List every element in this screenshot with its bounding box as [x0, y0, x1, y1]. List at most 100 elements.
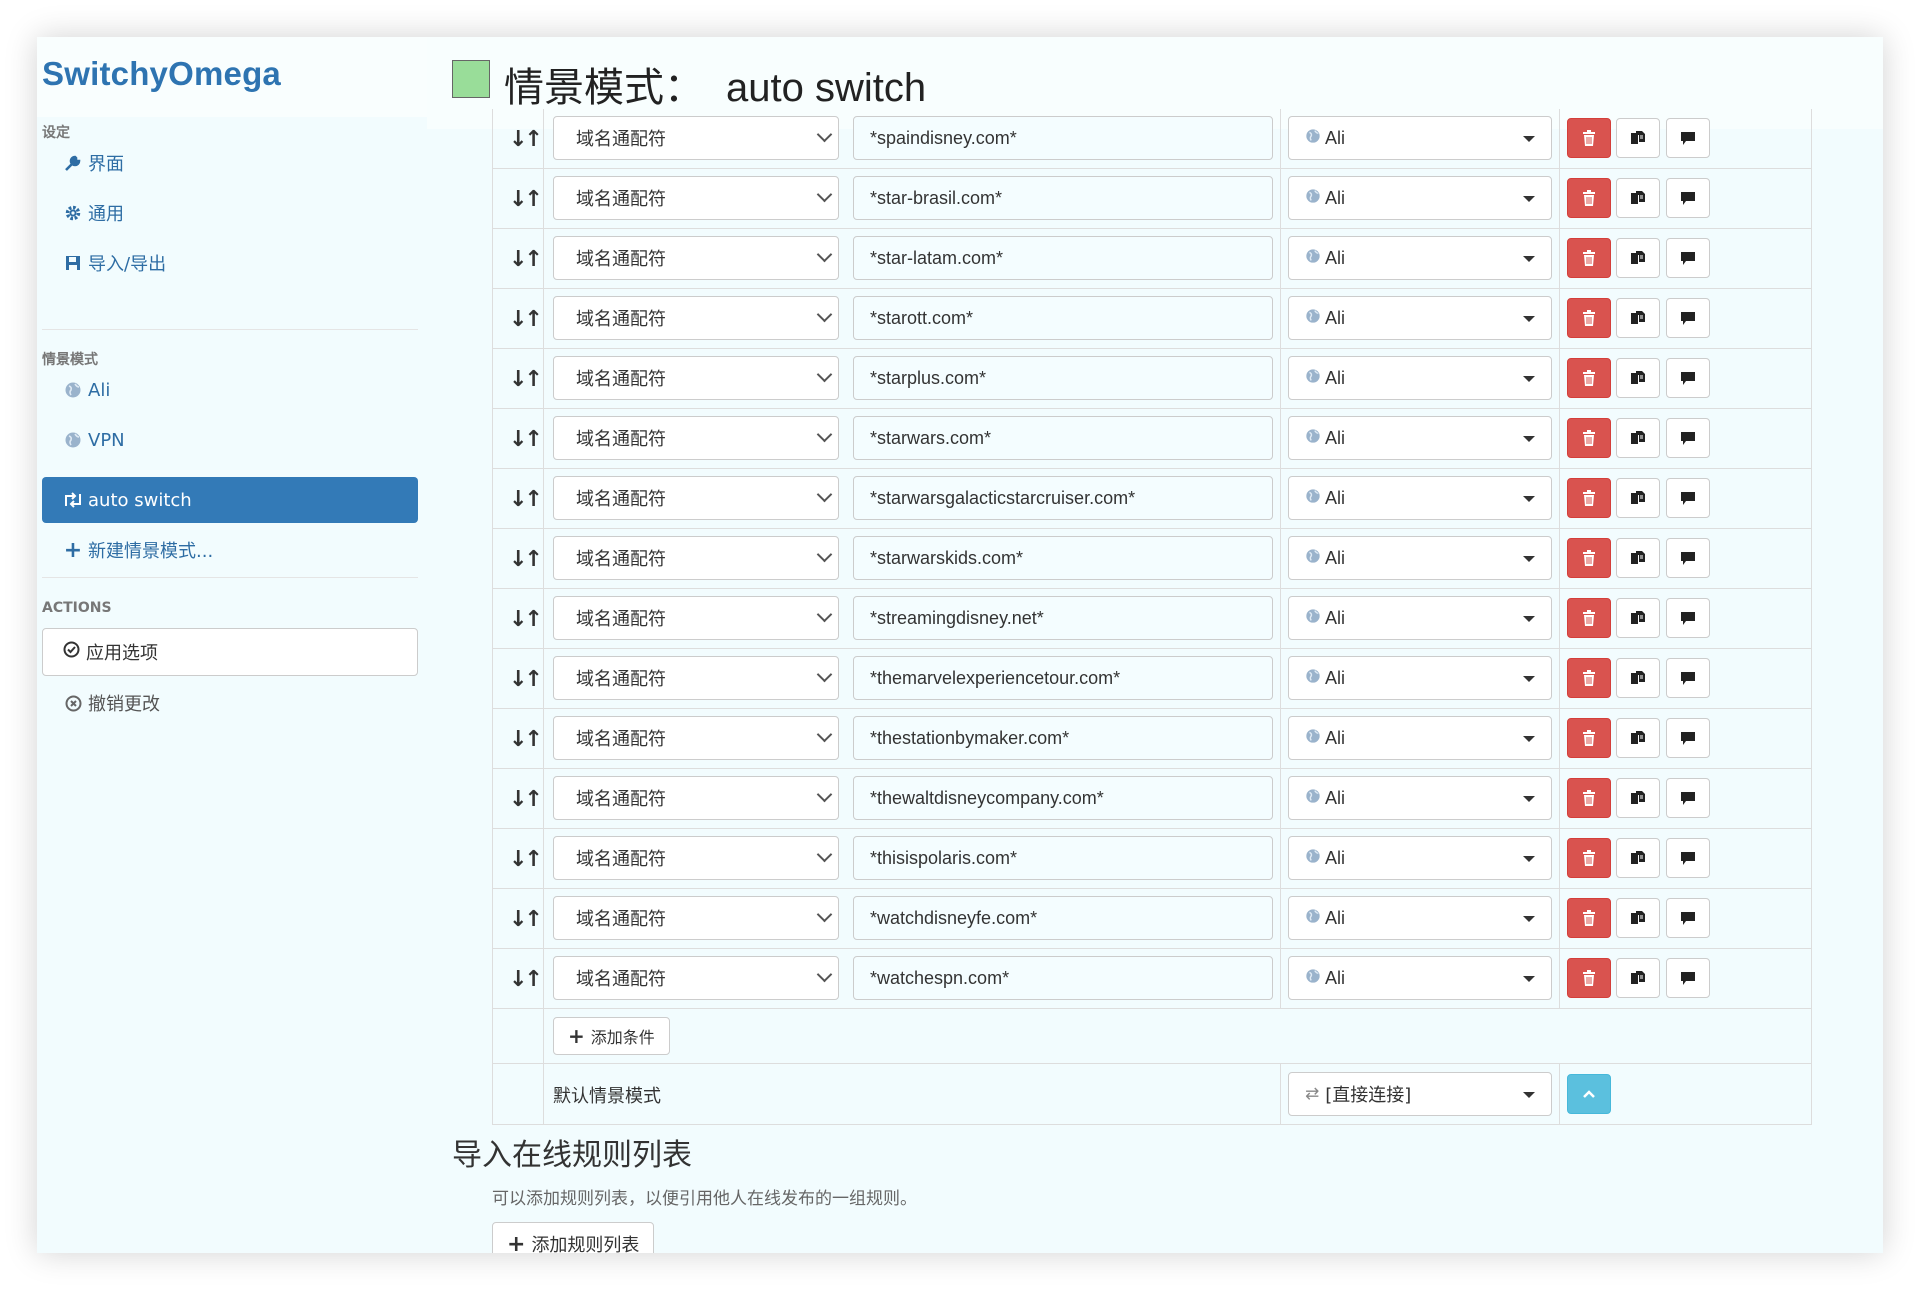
condition-pattern-input[interactable]: *spaindisney.com* [853, 116, 1273, 160]
condition-pattern-input[interactable]: *streamingdisney.net* [853, 596, 1273, 640]
sort-handle-icon[interactable]: ↓↑ [509, 247, 543, 272]
add-note-button[interactable] [1666, 358, 1710, 398]
result-profile-select[interactable]: Ali [1288, 176, 1552, 220]
condition-pattern-input[interactable]: *watchdisneyfe.com* [853, 896, 1273, 940]
condition-type-select[interactable]: 域名通配符 [553, 716, 839, 760]
add-note-button[interactable] [1666, 658, 1710, 698]
condition-type-select[interactable]: 域名通配符 [553, 596, 839, 640]
condition-pattern-input[interactable]: *themarvelexperiencetour.com* [853, 656, 1273, 700]
clone-rule-button[interactable] [1616, 778, 1660, 818]
condition-type-select[interactable]: 域名通配符 [553, 296, 839, 340]
result-profile-select[interactable]: Ali [1288, 476, 1552, 520]
clone-rule-button[interactable] [1616, 298, 1660, 338]
condition-type-select[interactable]: 域名通配符 [553, 656, 839, 700]
result-profile-select[interactable]: Ali [1288, 296, 1552, 340]
scroll-up-button[interactable] [1567, 1074, 1611, 1114]
sort-handle-icon[interactable]: ↓↑ [509, 907, 543, 932]
sort-handle-icon[interactable]: ↓↑ [509, 727, 543, 752]
condition-pattern-input[interactable]: *starwarsgalacticstarcruiser.com* [853, 476, 1273, 520]
sidebar-item-interface[interactable]: 界面 [42, 140, 418, 186]
sidebar-item-vpn[interactable]: VPN [42, 417, 418, 463]
result-profile-select[interactable]: Ali [1288, 596, 1552, 640]
result-profile-select[interactable]: Ali [1288, 536, 1552, 580]
result-profile-select[interactable]: Ali [1288, 656, 1552, 700]
result-profile-select[interactable]: Ali [1288, 716, 1552, 760]
delete-rule-button[interactable] [1567, 898, 1611, 938]
delete-rule-button[interactable] [1567, 118, 1611, 158]
condition-type-select[interactable]: 域名通配符 [553, 236, 839, 280]
condition-pattern-input[interactable]: *watchespn.com* [853, 956, 1273, 1000]
add-note-button[interactable] [1666, 958, 1710, 998]
clone-rule-button[interactable] [1616, 178, 1660, 218]
add-note-button[interactable] [1666, 538, 1710, 578]
clone-rule-button[interactable] [1616, 658, 1660, 698]
sort-handle-icon[interactable]: ↓↑ [509, 307, 543, 332]
condition-type-select[interactable]: 域名通配符 [553, 356, 839, 400]
condition-type-select[interactable]: 域名通配符 [553, 536, 839, 580]
brand-logo[interactable]: SwitchyOmega [42, 55, 281, 93]
sort-handle-icon[interactable]: ↓↑ [509, 187, 543, 212]
condition-pattern-input[interactable]: *thewaltdisneycompany.com* [853, 776, 1273, 820]
condition-type-select[interactable]: 域名通配符 [553, 176, 839, 220]
result-profile-select[interactable]: Ali [1288, 956, 1552, 1000]
condition-type-select[interactable]: 域名通配符 [553, 416, 839, 460]
clone-rule-button[interactable] [1616, 538, 1660, 578]
condition-pattern-input[interactable]: *starplus.com* [853, 356, 1273, 400]
condition-type-select[interactable]: 域名通配符 [553, 776, 839, 820]
add-note-button[interactable] [1666, 298, 1710, 338]
result-profile-select[interactable]: Ali [1288, 776, 1552, 820]
revert-changes-button[interactable]: 撤销更改 [42, 680, 418, 726]
delete-rule-button[interactable] [1567, 238, 1611, 278]
delete-rule-button[interactable] [1567, 778, 1611, 818]
clone-rule-button[interactable] [1616, 718, 1660, 758]
condition-type-select[interactable]: 域名通配符 [553, 956, 839, 1000]
delete-rule-button[interactable] [1567, 658, 1611, 698]
clone-rule-button[interactable] [1616, 958, 1660, 998]
delete-rule-button[interactable] [1567, 958, 1611, 998]
condition-pattern-input[interactable]: *thestationbymaker.com* [853, 716, 1273, 760]
condition-type-select[interactable]: 域名通配符 [553, 836, 839, 880]
condition-pattern-input[interactable]: *thisispolaris.com* [853, 836, 1273, 880]
delete-rule-button[interactable] [1567, 538, 1611, 578]
clone-rule-button[interactable] [1616, 418, 1660, 458]
add-note-button[interactable] [1666, 778, 1710, 818]
condition-type-select[interactable]: 域名通配符 [553, 896, 839, 940]
sort-handle-icon[interactable]: ↓↑ [509, 127, 543, 152]
condition-type-select[interactable]: 域名通配符 [553, 116, 839, 160]
delete-rule-button[interactable] [1567, 358, 1611, 398]
sidebar-item-auto-switch[interactable]: auto switch [42, 477, 418, 523]
sidebar-item-general[interactable]: 通用 [42, 190, 418, 236]
add-note-button[interactable] [1666, 598, 1710, 638]
profile-color-swatch[interactable] [452, 60, 490, 98]
sort-handle-icon[interactable]: ↓↑ [509, 847, 543, 872]
clone-rule-button[interactable] [1616, 598, 1660, 638]
condition-pattern-input[interactable]: *star-brasil.com* [853, 176, 1273, 220]
sidebar-item-import-export[interactable]: 导入/导出 [42, 240, 418, 286]
clone-rule-button[interactable] [1616, 898, 1660, 938]
add-note-button[interactable] [1666, 178, 1710, 218]
delete-rule-button[interactable] [1567, 598, 1611, 638]
condition-pattern-input[interactable]: *starwarskids.com* [853, 536, 1273, 580]
clone-rule-button[interactable] [1616, 838, 1660, 878]
delete-rule-button[interactable] [1567, 178, 1611, 218]
clone-rule-button[interactable] [1616, 118, 1660, 158]
add-note-button[interactable] [1666, 418, 1710, 458]
result-profile-select[interactable]: Ali [1288, 236, 1552, 280]
add-note-button[interactable] [1666, 898, 1710, 938]
result-profile-select[interactable]: Ali [1288, 896, 1552, 940]
clone-rule-button[interactable] [1616, 238, 1660, 278]
add-note-button[interactable] [1666, 478, 1710, 518]
delete-rule-button[interactable] [1567, 418, 1611, 458]
sort-handle-icon[interactable]: ↓↑ [509, 427, 543, 452]
default-profile-select[interactable]: ⇄ [直接连接] [1288, 1072, 1552, 1116]
delete-rule-button[interactable] [1567, 838, 1611, 878]
add-note-button[interactable] [1666, 838, 1710, 878]
sidebar-item-ali[interactable]: Ali [42, 367, 418, 413]
add-rule-list-button[interactable]: + 添加规则列表 [492, 1222, 655, 1253]
add-note-button[interactable] [1666, 118, 1710, 158]
condition-pattern-input[interactable]: *starott.com* [853, 296, 1273, 340]
sort-handle-icon[interactable]: ↓↑ [509, 367, 543, 392]
condition-pattern-input[interactable]: *starwars.com* [853, 416, 1273, 460]
clone-rule-button[interactable] [1616, 358, 1660, 398]
delete-rule-button[interactable] [1567, 718, 1611, 758]
